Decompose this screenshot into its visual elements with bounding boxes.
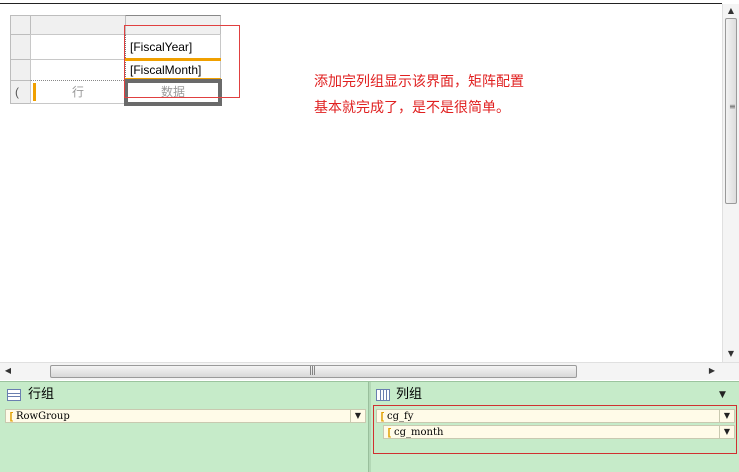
tablix-row-handle-2[interactable] <box>10 59 31 81</box>
column-groups-title: 列组 <box>396 387 423 402</box>
pane-splitter[interactable] <box>368 382 371 472</box>
row-group-name: RowGroup <box>16 411 70 422</box>
tablix-row-handle-1[interactable] <box>10 34 31 60</box>
row-group-item[interactable]: [ RowGroup ▼ <box>5 409 366 423</box>
scroll-down-arrow-icon[interactable]: ▼ <box>726 349 736 359</box>
column-group-dropdown-icon[interactable]: ▼ <box>719 410 734 422</box>
horizontal-scroll-thumb[interactable]: ||| <box>50 365 577 378</box>
tablix-corner-cell-1[interactable] <box>30 34 126 60</box>
row-groups-icon <box>7 389 21 401</box>
tablix-row-handle-3[interactable]: ( <box>10 80 31 104</box>
report-body-top-border <box>0 3 722 4</box>
column-group-name-fy: cg_fy <box>387 411 414 422</box>
vertical-grip-icon: ≡ <box>729 102 736 111</box>
column-group-item-month[interactable]: [ cg_month ▼ <box>383 425 735 439</box>
vertical-scrollbar[interactable]: ▲ ≡ ▼ <box>722 4 739 362</box>
horizontal-grip-icon: ||| <box>309 366 316 376</box>
scroll-right-arrow-icon[interactable]: ▶ <box>707 366 717 376</box>
scroll-up-arrow-icon[interactable]: ▲ <box>726 6 736 16</box>
tablix-corner-handle[interactable] <box>10 15 31 35</box>
group-bracket-icon: [ <box>386 426 393 439</box>
column-group-name-month: cg_month <box>394 427 444 438</box>
scroll-left-arrow-icon[interactable]: ◀ <box>3 366 13 376</box>
row-group-cell[interactable]: 行 <box>30 80 126 104</box>
column-groups-annotation-box <box>124 25 240 98</box>
row-group-dropdown-icon[interactable]: ▼ <box>350 410 365 422</box>
annotation-text: 添加完列组显示该界面，矩阵配置基本就完成了，是不是很简单。 <box>314 74 524 116</box>
row-group-bracket-icon: ( <box>15 85 19 99</box>
horizontal-scrollbar[interactable]: ◀ ||| ▶ <box>0 362 739 380</box>
column-group-dropdown-icon[interactable]: ▼ <box>719 426 734 438</box>
tablix-corner-cell-2[interactable] <box>30 59 126 81</box>
column-group-item-fy[interactable]: [ cg_fy ▼ <box>376 409 735 423</box>
grouping-pane: 行组 [ RowGroup ▼ 列组 ▼ [ cg_fy ▼ [ cg_mont… <box>0 381 739 472</box>
column-groups-icon <box>376 389 390 401</box>
tablix-column-handle-1[interactable] <box>30 15 126 35</box>
vertical-scroll-thumb[interactable]: ≡ <box>725 18 737 204</box>
report-design-surface[interactable]: ( [FiscalYear] [FiscalMonth] 行 数据 添加完列组显… <box>0 0 739 381</box>
row-groups-title: 行组 <box>28 387 55 402</box>
group-bracket-icon: [ <box>379 410 386 423</box>
column-pane-menu-icon[interactable]: ▼ <box>719 390 726 400</box>
group-bracket-icon: [ <box>8 410 15 423</box>
row-placeholder-label: 行 <box>71 85 84 99</box>
